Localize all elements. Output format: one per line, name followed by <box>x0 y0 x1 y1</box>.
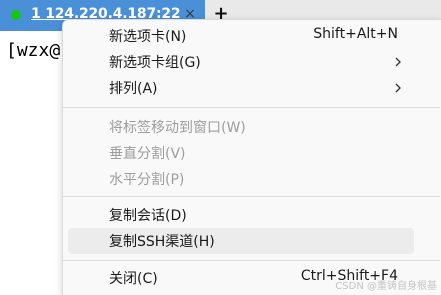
terminal-prompt: [wzx@ <box>6 40 61 61</box>
menu-item-label: 排列(A) <box>109 81 158 97</box>
menu-item-label: 复制SSH渠道(H) <box>109 234 215 250</box>
menu-item-label: 垂直分割(V) <box>109 146 186 162</box>
menu-item-move-tab-to-window: 将标签移动到窗口(W) <box>68 114 414 140</box>
menu-item-split-horizontal: 水平分割(P) <box>68 166 414 192</box>
submenu-chevron-right-icon <box>395 83 401 93</box>
menu-item-label: 新选项卡(N) <box>109 29 187 45</box>
menu-separator <box>63 107 440 108</box>
menu-item-label: 水平分割(P) <box>109 172 185 188</box>
menu-item-new-tab-group[interactable]: 新选项卡组(G) <box>68 49 414 75</box>
submenu-chevron-right-icon <box>395 57 401 67</box>
menu-item-label: 复制会话(D) <box>109 208 187 224</box>
menu-item-label: 新选项卡组(G) <box>109 55 201 71</box>
menu-item-shortcut: Shift+Alt+N <box>313 26 398 42</box>
menu-item-duplicate-ssh-channel[interactable]: 复制SSH渠道(H) <box>68 228 414 254</box>
menu-separator <box>63 260 440 261</box>
menu-item-split-vertical: 垂直分割(V) <box>68 140 414 166</box>
menu-separator <box>63 196 440 197</box>
menu-item-new-tab[interactable]: 新选项卡(N) Shift+Alt+N <box>68 23 414 49</box>
watermark: CSDN @重铸自身根基 <box>335 281 437 292</box>
menu-item-label: 将标签移动到窗口(W) <box>109 120 246 136</box>
connection-status-icon <box>11 10 21 20</box>
tab-context-menu: 新选项卡(N) Shift+Alt+N 新选项卡组(G) 排列(A) 将标签移动… <box>62 19 441 295</box>
menu-item-arrange[interactable]: 排列(A) <box>68 75 414 101</box>
menu-item-label: 关闭(C) <box>109 271 158 287</box>
menu-item-duplicate-session[interactable]: 复制会话(D) <box>68 202 414 228</box>
